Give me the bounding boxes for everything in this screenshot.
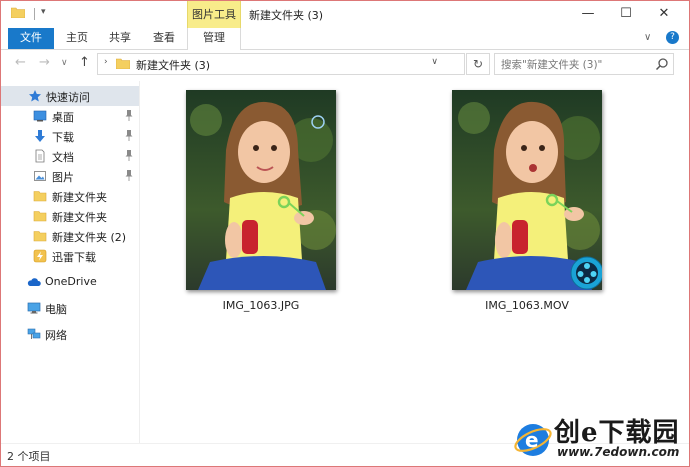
sidebar-item-computer[interactable]: 电脑 [1, 298, 139, 318]
tab-view[interactable]: 查看 [146, 28, 182, 49]
help-icon[interactable]: ? [666, 31, 679, 44]
pin-icon[interactable] [125, 150, 133, 161]
sidebar-item-label: 快速访问 [46, 91, 90, 104]
maximize-button[interactable]: ☐ [609, 1, 643, 26]
sidebar-item-label: 电脑 [45, 303, 67, 316]
navigation-pane: 快速访问 桌面 下载 文档 图片 新建文件夹 新建文件夹 新建文件夹 (2) 迅… [1, 81, 140, 443]
folder-icon [33, 231, 47, 242]
cloud-icon [27, 278, 41, 286]
address-path[interactable]: 新建文件夹 (3) [136, 57, 210, 73]
search-icon[interactable] [655, 57, 669, 71]
address-bar[interactable]: › 新建文件夹 (3) ∨ [97, 53, 465, 75]
desktop-icon [33, 110, 47, 122]
sidebar-item-label: 网络 [45, 329, 67, 342]
sidebar-item-folder[interactable]: 新建文件夹 [1, 186, 139, 206]
tab-share[interactable]: 共享 [102, 28, 138, 49]
pictures-icon [34, 171, 46, 181]
chevron-right-icon[interactable]: › [104, 57, 108, 67]
photo-thumbnail [186, 90, 336, 290]
folder-icon [116, 58, 130, 69]
svg-text:e: e [525, 428, 539, 452]
address-dropdown-icon[interactable]: ∨ [431, 57, 438, 67]
document-icon [35, 149, 45, 163]
file-thumbnail-mov[interactable] [452, 90, 602, 290]
expand-ribbon-icon[interactable]: ∨ [644, 32, 651, 43]
thunder-icon [33, 249, 47, 263]
sidebar-item-label: 图片 [52, 171, 74, 184]
refresh-button[interactable]: ↻ [466, 53, 490, 75]
sidebar-item-label: 桌面 [52, 111, 74, 124]
folder-icon [33, 211, 47, 222]
sidebar-item-label: 新建文件夹 (2) [52, 231, 127, 244]
network-icon [27, 328, 41, 339]
quick-access-toolbar-dropdown[interactable]: ▾ [41, 7, 46, 17]
window-title: 新建文件夹 (3) [249, 9, 324, 22]
sidebar-item-label: OneDrive [45, 275, 97, 288]
watermark-url: www.7edown.com [557, 445, 680, 459]
tab-file[interactable]: 文件 [8, 28, 54, 49]
sidebar-item-folder-2[interactable]: 新建文件夹 (2) [1, 226, 139, 246]
address-row: ← → ∨ ↑ › 新建文件夹 (3) ∨ ↻ 搜索"新建文件夹 (3)" [1, 50, 689, 77]
search-placeholder: 搜索"新建文件夹 (3)" [501, 59, 603, 71]
recent-locations-button[interactable]: ∨ [61, 58, 68, 68]
sidebar-item-folder[interactable]: 新建文件夹 [1, 206, 139, 226]
close-button[interactable]: ✕ [647, 1, 681, 26]
sidebar-item-label: 下载 [52, 131, 74, 144]
up-button[interactable]: ↑ [79, 55, 90, 70]
pin-icon[interactable] [125, 130, 133, 141]
forward-button[interactable]: → [39, 55, 50, 70]
file-name-mov[interactable]: IMG_1063.MOV [442, 299, 612, 312]
pin-icon[interactable] [125, 110, 133, 121]
file-name-jpg[interactable]: IMG_1063.JPG [176, 299, 346, 312]
sidebar-item-downloads[interactable]: 下载 [1, 126, 139, 146]
download-icon [35, 130, 45, 142]
picture-tools-context-tab: 图片工具 [187, 1, 241, 28]
video-player-icon [570, 256, 602, 290]
tab-manage[interactable]: 管理 [187, 28, 241, 50]
sidebar-item-label: 新建文件夹 [52, 191, 107, 204]
tab-home[interactable]: 主页 [59, 28, 95, 49]
sidebar-item-pictures[interactable]: 图片 [1, 166, 139, 186]
file-thumbnail-jpg[interactable] [186, 90, 336, 290]
sidebar-item-label: 文档 [52, 151, 74, 164]
folder-icon [11, 7, 25, 18]
title-bar: ▾ 图片工具 新建文件夹 (3) — ☐ ✕ [1, 1, 689, 28]
item-count: 2 个项目 [7, 450, 51, 463]
watermark-brand: 创e下载园 [554, 418, 680, 448]
search-input[interactable]: 搜索"新建文件夹 (3)" [494, 53, 674, 75]
sidebar-item-quick-access[interactable]: 快速访问 [1, 86, 139, 106]
back-button[interactable]: ← [15, 55, 26, 70]
explorer-window: ▾ 图片工具 新建文件夹 (3) — ☐ ✕ 文件 主页 共享 查看 管理 ∨ … [0, 0, 690, 467]
ie-logo-watermark: e [514, 424, 552, 456]
folder-icon [33, 191, 47, 202]
sidebar-item-network[interactable]: 网络 [1, 324, 139, 344]
quick-access-separator [34, 8, 35, 20]
sidebar-item-thunder-downloads[interactable]: 迅雷下载 [1, 246, 139, 266]
sidebar-item-onedrive[interactable]: OneDrive [1, 272, 139, 292]
ribbon-tabs: 文件 主页 共享 查看 管理 ∨ ? [1, 28, 689, 50]
sidebar-item-label: 迅雷下载 [52, 251, 96, 264]
file-list: IMG_1063.JPG IMG_1063.MOV [141, 81, 689, 443]
sidebar-item-documents[interactable]: 文档 [1, 146, 139, 166]
sidebar-item-desktop[interactable]: 桌面 [1, 106, 139, 126]
computer-icon [27, 302, 41, 314]
sidebar-item-label: 新建文件夹 [52, 211, 107, 224]
minimize-button[interactable]: — [571, 1, 605, 26]
star-icon [29, 90, 41, 102]
pin-icon[interactable] [125, 170, 133, 181]
